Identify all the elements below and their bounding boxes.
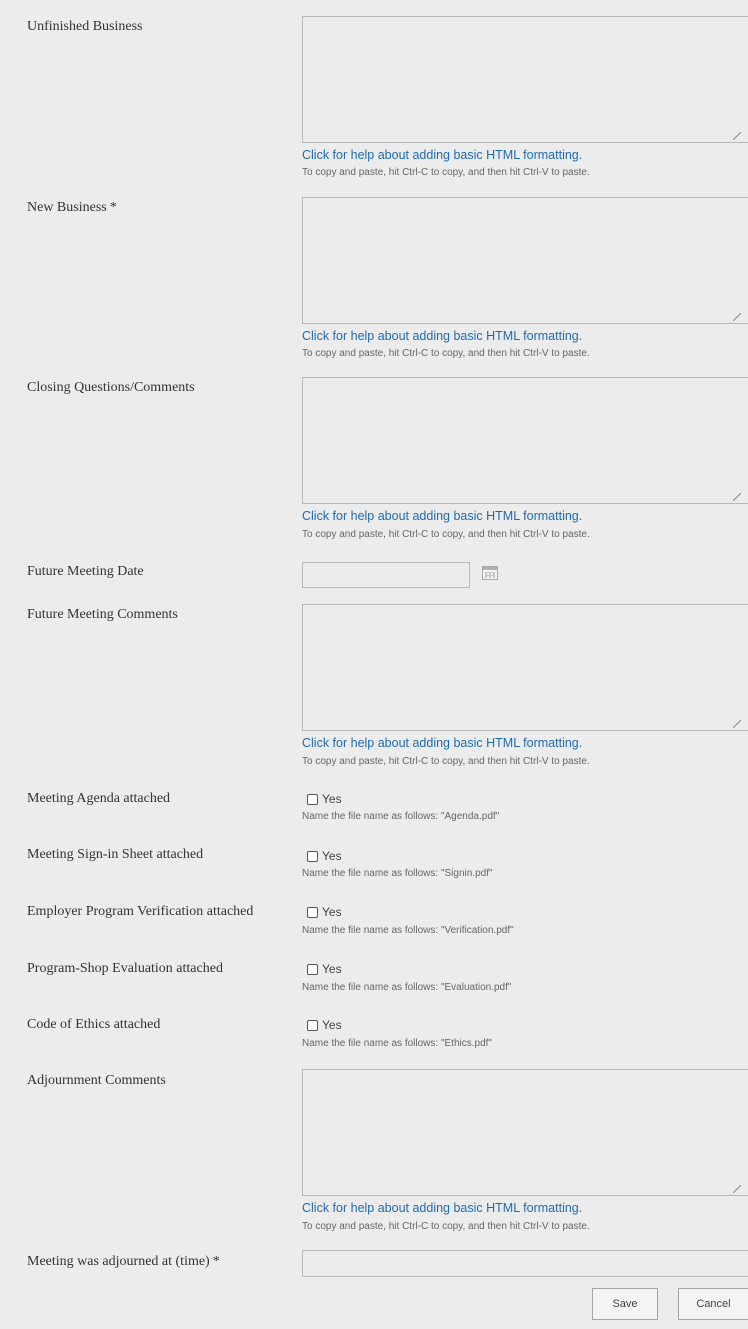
future-meeting-date-label: Future Meeting Date bbox=[27, 564, 144, 579]
paste-hint: To copy and paste, hit Ctrl-C to copy, a… bbox=[302, 529, 590, 540]
adjourned-time-label: Meeting was adjourned at (time) * bbox=[27, 1254, 220, 1270]
paste-hint: To copy and paste, hit Ctrl-C to copy, a… bbox=[302, 167, 590, 178]
save-button[interactable]: Save bbox=[592, 1288, 658, 1320]
checkbox-option-label[interactable]: Yes bbox=[322, 962, 342, 976]
sign-in-sheet-label: Meeting Sign-in Sheet attached bbox=[27, 847, 204, 862]
html-help-link[interactable]: Click for help about adding basic HTML f… bbox=[302, 329, 582, 343]
meeting-agenda-label: Meeting Agenda attached bbox=[27, 791, 171, 806]
html-help-link[interactable]: Click for help about adding basic HTML f… bbox=[302, 148, 582, 162]
unfinished-business-label: Unfinished Business bbox=[27, 19, 143, 34]
meeting-agenda-checkbox[interactable] bbox=[307, 794, 318, 805]
resize-grip-icon[interactable] bbox=[733, 720, 741, 728]
employer-verification-checkbox[interactable] bbox=[307, 907, 318, 918]
new-business-textarea[interactable] bbox=[302, 197, 748, 324]
checkbox-option-label[interactable]: Yes bbox=[322, 792, 342, 806]
closing-questions-textarea[interactable] bbox=[302, 377, 748, 504]
adjourned-time-label-text: Meeting was adjourned at (time) bbox=[27, 1254, 210, 1269]
file-name-hint: Name the file name as follows: "Evaluati… bbox=[302, 982, 512, 993]
checkbox-option-label[interactable]: Yes bbox=[322, 905, 342, 919]
resize-grip-icon[interactable] bbox=[733, 493, 741, 501]
file-name-hint: Name the file name as follows: "Verifica… bbox=[302, 925, 514, 936]
code-of-ethics-checkbox[interactable] bbox=[307, 1020, 318, 1031]
code-of-ethics-label: Code of Ethics attached bbox=[27, 1017, 161, 1032]
adjournment-comments-label: Adjournment Comments bbox=[27, 1073, 166, 1088]
file-name-hint: Name the file name as follows: "Agenda.p… bbox=[302, 811, 500, 822]
program-shop-evaluation-label: Program-Shop Evaluation attached bbox=[27, 961, 223, 976]
new-business-label: New Business * bbox=[27, 200, 117, 216]
closing-questions-label: Closing Questions/Comments bbox=[27, 380, 195, 395]
employer-verification-label: Employer Program Verification attached bbox=[27, 904, 254, 919]
paste-hint: To copy and paste, hit Ctrl-C to copy, a… bbox=[302, 348, 590, 359]
resize-grip-icon[interactable] bbox=[733, 313, 741, 321]
html-help-link[interactable]: Click for help about adding basic HTML f… bbox=[302, 1201, 582, 1215]
adjournment-comments-textarea[interactable] bbox=[302, 1069, 748, 1196]
resize-grip-icon[interactable] bbox=[733, 1185, 741, 1193]
unfinished-business-textarea[interactable] bbox=[302, 16, 748, 143]
cancel-button[interactable]: Cancel bbox=[678, 1288, 748, 1320]
future-meeting-comments-label: Future Meeting Comments bbox=[27, 607, 178, 622]
adjourned-time-input[interactable] bbox=[302, 1250, 748, 1277]
resize-grip-icon[interactable] bbox=[733, 132, 741, 140]
paste-hint: To copy and paste, hit Ctrl-C to copy, a… bbox=[302, 1221, 590, 1232]
required-marker: * bbox=[109, 200, 117, 215]
html-help-link[interactable]: Click for help about adding basic HTML f… bbox=[302, 736, 582, 750]
program-shop-evaluation-checkbox[interactable] bbox=[307, 964, 318, 975]
html-help-link[interactable]: Click for help about adding basic HTML f… bbox=[302, 509, 582, 523]
new-business-label-text: New Business bbox=[27, 200, 107, 215]
future-meeting-date-input[interactable] bbox=[302, 562, 470, 588]
required-marker: * bbox=[212, 1254, 220, 1269]
file-name-hint: Name the file name as follows: "Ethics.p… bbox=[302, 1038, 492, 1049]
calendar-icon[interactable] bbox=[482, 566, 498, 580]
future-meeting-comments-textarea[interactable] bbox=[302, 604, 748, 731]
checkbox-option-label[interactable]: Yes bbox=[322, 1018, 342, 1032]
checkbox-option-label[interactable]: Yes bbox=[322, 849, 342, 863]
file-name-hint: Name the file name as follows: "Signin.p… bbox=[302, 868, 493, 879]
sign-in-sheet-checkbox[interactable] bbox=[307, 851, 318, 862]
paste-hint: To copy and paste, hit Ctrl-C to copy, a… bbox=[302, 756, 590, 767]
